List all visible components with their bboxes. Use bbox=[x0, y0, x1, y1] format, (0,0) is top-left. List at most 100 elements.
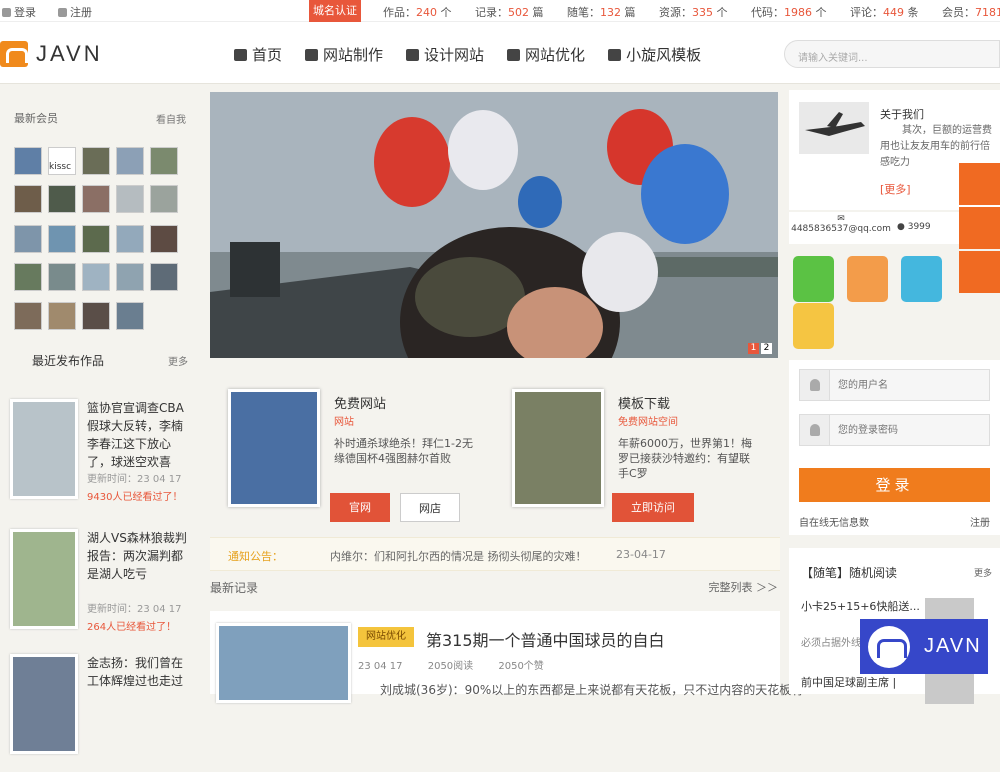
nav-home[interactable]: 首页 bbox=[234, 44, 282, 65]
verify-badge[interactable]: 城名认证 bbox=[309, 0, 361, 22]
avatar[interactable] bbox=[150, 147, 178, 175]
avatar[interactable] bbox=[150, 225, 178, 253]
side-tab[interactable] bbox=[959, 207, 1000, 249]
logo-icon bbox=[868, 625, 910, 668]
film-icon[interactable] bbox=[793, 303, 834, 349]
work-title[interactable]: 湖人VS森林狼裁判报告：两次漏判都是湖人吃亏 bbox=[87, 529, 187, 583]
avatar[interactable] bbox=[14, 147, 42, 175]
work-time: 更新时间：23 04 17 bbox=[87, 474, 182, 485]
card-title[interactable]: 免费网站 bbox=[334, 393, 386, 412]
card-image[interactable] bbox=[512, 389, 604, 507]
username-input[interactable] bbox=[838, 370, 988, 400]
notice-label: 通知公告： bbox=[228, 550, 283, 563]
password-field[interactable] bbox=[799, 414, 990, 446]
username-field[interactable] bbox=[799, 369, 990, 401]
work-thumbnail[interactable] bbox=[10, 529, 78, 629]
avatar[interactable] bbox=[82, 147, 110, 175]
article-thumbnail[interactable] bbox=[216, 623, 351, 703]
clock-icon[interactable] bbox=[847, 256, 888, 302]
avatar[interactable] bbox=[14, 302, 42, 330]
nav-web-build[interactable]: 网站制作 bbox=[305, 44, 383, 65]
essay-item[interactable]: 前中国足球副主席 | bbox=[801, 674, 896, 690]
work-title[interactable]: 金志扬：我们曾在工体辉煌过也走过 bbox=[87, 654, 187, 690]
avatar[interactable] bbox=[14, 225, 42, 253]
avatar[interactable] bbox=[48, 263, 76, 291]
slider-page-1[interactable]: 1 bbox=[748, 343, 759, 354]
register-label: 注册 bbox=[70, 6, 92, 19]
slider-page-2[interactable]: 2 bbox=[761, 343, 772, 354]
site-logo[interactable]: JAVN bbox=[0, 39, 103, 69]
avatar[interactable] bbox=[48, 225, 76, 253]
avatar[interactable]: kissc bbox=[48, 147, 76, 175]
search-input[interactable]: 请输入关键词... bbox=[784, 40, 1000, 68]
register-link[interactable]: 注册 bbox=[58, 4, 92, 20]
article-excerpt: 刘成城(36岁)：90%以上的东西都是上来说都有天花板，只不过内容的天花板有 bbox=[380, 683, 804, 697]
login-link[interactable]: 登录 bbox=[2, 4, 36, 20]
card-category[interactable]: 免费网站空间 bbox=[618, 413, 678, 428]
avatar[interactable] bbox=[82, 263, 110, 291]
stat-works: 作品：240 个 bbox=[383, 6, 452, 19]
card-title[interactable]: 模板下载 bbox=[618, 393, 670, 412]
avatar[interactable] bbox=[116, 147, 144, 175]
avatar[interactable] bbox=[82, 302, 110, 330]
work-thumbnail[interactable] bbox=[10, 399, 78, 499]
work-item[interactable]: 金志扬：我们曾在工体辉煌过也走过 bbox=[10, 652, 190, 772]
password-input[interactable] bbox=[838, 415, 988, 445]
hero-slider[interactable]: 1 2 bbox=[210, 92, 778, 358]
qq-info[interactable]: ● 3999 bbox=[897, 222, 931, 232]
avatar[interactable] bbox=[116, 225, 144, 253]
members-more-link[interactable]: 看自我 bbox=[156, 111, 186, 126]
avatar[interactable] bbox=[82, 185, 110, 213]
stat-members: 会员：7181 位 bbox=[942, 6, 1000, 19]
chat-icon[interactable] bbox=[901, 256, 942, 302]
wechat-icon[interactable] bbox=[793, 256, 834, 302]
mail-icon: ✉ bbox=[837, 214, 845, 224]
plane-icon bbox=[805, 112, 865, 136]
works-more-link[interactable]: 更多 bbox=[168, 353, 188, 368]
members-title: 最新会员 bbox=[14, 112, 58, 125]
side-tab[interactable] bbox=[959, 163, 1000, 205]
nav-templates[interactable]: 小旋风模板 bbox=[608, 44, 701, 65]
about-more-link[interactable]: [更多] bbox=[880, 181, 911, 197]
article-meta: 23 04 17 2050阅读 2050个赞 bbox=[358, 657, 566, 672]
card-image[interactable] bbox=[228, 389, 320, 507]
essay-more-link[interactable]: 更多 bbox=[974, 566, 992, 579]
shop-button[interactable]: 网店 bbox=[400, 493, 460, 522]
avatar[interactable] bbox=[116, 185, 144, 213]
site-header: JAVN 首页 网站制作 设计网站 网站优化 小旋风模板 请输入关键词... bbox=[0, 22, 1000, 84]
nav-seo[interactable]: 网站优化 bbox=[507, 44, 585, 65]
work-views: 264人已经看过了！ bbox=[87, 622, 177, 633]
notice-date: 23-04-17 bbox=[616, 548, 666, 561]
work-item[interactable]: 篮协官宣调查CBA假球大反转，李楠李春江这下放心了，球迷空欢喜 更新时间：23 … bbox=[10, 397, 190, 517]
work-title[interactable]: 篮协官宣调查CBA假球大反转，李楠李春江这下放心了，球迷空欢喜 bbox=[87, 399, 187, 471]
user-icon bbox=[800, 370, 830, 400]
article-tag[interactable]: 网站优化 bbox=[358, 627, 414, 647]
plus-icon bbox=[58, 8, 67, 17]
notice-text[interactable]: 内维尔：们和阿扎尔西的情况是 扬彻头彻尾的灾难！ bbox=[330, 548, 587, 564]
book-icon bbox=[608, 48, 622, 61]
avatar[interactable] bbox=[82, 225, 110, 253]
visit-now-button[interactable]: 立即访问 bbox=[612, 493, 694, 522]
card-category[interactable]: 网站 bbox=[334, 413, 354, 428]
official-site-button[interactable]: 官网 bbox=[330, 493, 390, 522]
avatar[interactable] bbox=[116, 263, 144, 291]
avatar[interactable] bbox=[48, 185, 76, 213]
works-header: 最近发布作品 更多 bbox=[32, 352, 188, 369]
work-item[interactable]: 湖人VS森林狼裁判报告：两次漏判都是湖人吃亏 更新时间：23 04 17 264… bbox=[10, 527, 190, 647]
avatar[interactable] bbox=[14, 263, 42, 291]
essay-item[interactable]: 小卡25+15+6快船送... bbox=[801, 598, 920, 614]
full-list-link[interactable]: 完整列表 ＞＞ bbox=[709, 579, 779, 595]
email-info[interactable]: ✉ 4485836537@qq.com bbox=[791, 214, 891, 234]
avatar[interactable] bbox=[150, 263, 178, 291]
avatar[interactable] bbox=[116, 302, 144, 330]
article-title[interactable]: 第315期一个普通中国球员的自白 bbox=[426, 627, 665, 651]
avatar[interactable] bbox=[14, 185, 42, 213]
work-thumbnail[interactable] bbox=[10, 654, 78, 754]
side-tab[interactable] bbox=[959, 251, 1000, 293]
card-desc: 补时通杀球绝杀！拜仁1-2无缘德国杯4强图赫尔首败 bbox=[334, 437, 473, 465]
login-button[interactable]: 登录 bbox=[799, 468, 990, 502]
avatar[interactable] bbox=[150, 185, 178, 213]
register-link[interactable]: 注册 bbox=[970, 514, 990, 529]
nav-design[interactable]: 设计网站 bbox=[406, 44, 484, 65]
avatar[interactable] bbox=[48, 302, 76, 330]
